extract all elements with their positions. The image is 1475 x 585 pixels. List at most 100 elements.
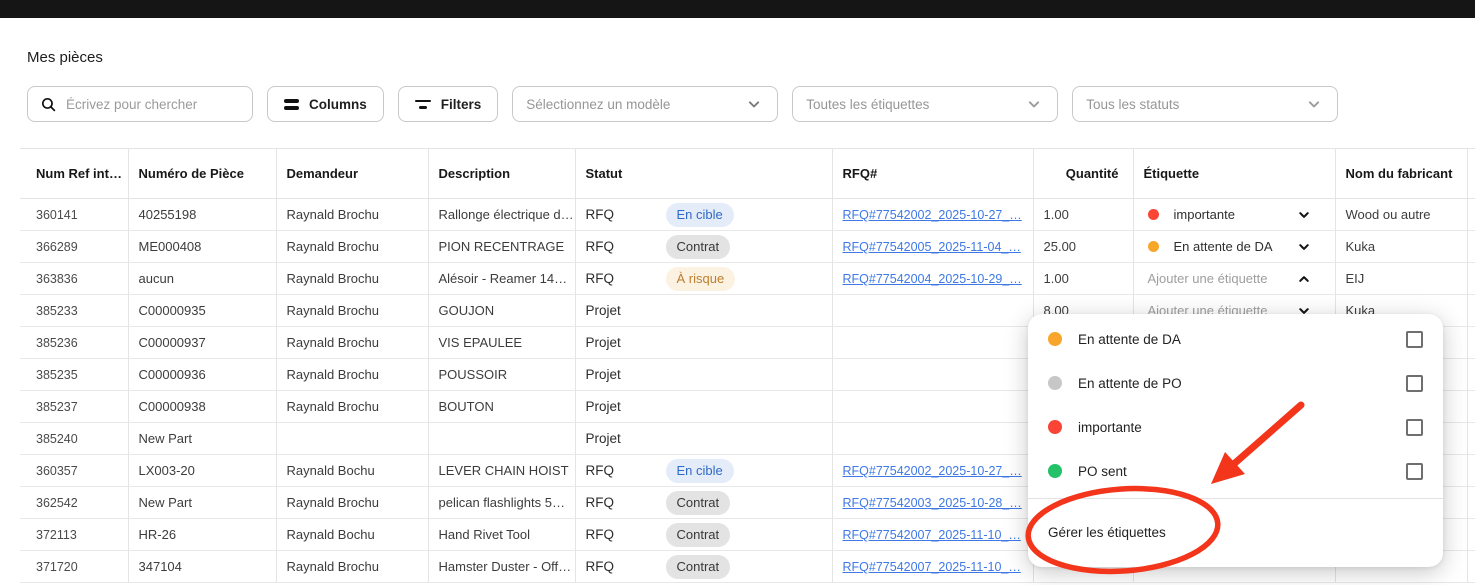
description-cell: VIS EPAULEE — [428, 327, 575, 359]
manufacturer-cell: Kuka — [1335, 231, 1467, 263]
requester-cell: Raynald Brochu — [276, 295, 428, 327]
status-badge: Contrat — [666, 555, 731, 579]
label-menu-item[interactable]: En attente de PO — [1028, 361, 1443, 405]
description-cell: LEVER CHAIN HOIST — [428, 455, 575, 487]
label-menu-item[interactable]: En attente de DA — [1028, 317, 1443, 361]
manage-labels-button[interactable]: Gérer les étiquettes — [1028, 499, 1443, 565]
qty-cell: 25.00 — [1033, 231, 1133, 263]
status-text: RFQ — [586, 495, 615, 510]
status-filter-select[interactable]: Tous les statuts — [1072, 86, 1338, 122]
filler-cell — [1467, 519, 1475, 551]
requester-cell: Raynald Bochu — [276, 455, 428, 487]
rfq-link[interactable]: RFQ#77542003_2025-10-28_… — [843, 496, 1022, 510]
column-header-ref[interactable]: Num Ref int… — [20, 149, 128, 199]
rfq-link[interactable]: RFQ#77542004_2025-10-29_… — [843, 272, 1022, 286]
chevron-down-icon[interactable] — [1295, 238, 1313, 256]
label-menu-item-label: importante — [1078, 420, 1142, 435]
status-text: RFQ — [586, 207, 615, 222]
column-header-rfq[interactable]: RFQ# — [832, 149, 1033, 199]
filters-button[interactable]: Filters — [398, 86, 499, 122]
rfq-link[interactable]: RFQ#77542007_2025-11-10_… — [843, 560, 1021, 574]
status-badge: Contrat — [666, 523, 731, 547]
status-badge: À risque — [666, 267, 736, 291]
label-text: En attente de DA — [1174, 239, 1273, 254]
label-menu-item[interactable]: importante — [1028, 405, 1443, 449]
table-row[interactable]: 363836aucunRaynald BrochuAlésoir - Reame… — [20, 263, 1475, 295]
description-cell: GOUJON — [428, 295, 575, 327]
rfq-link[interactable]: RFQ#77542002_2025-10-27_… — [843, 208, 1022, 222]
status-cell: RFQÀ risque — [575, 263, 832, 295]
chevron-down-icon[interactable] — [1295, 206, 1313, 224]
filler-cell — [1467, 263, 1475, 295]
labels-filter-select[interactable]: Toutes les étiquettes — [792, 86, 1058, 122]
status-text: Projet — [586, 431, 621, 446]
search-input[interactable] — [66, 97, 240, 112]
column-header-qty[interactable]: Quantité — [1033, 149, 1133, 199]
part-cell: C00000935 — [128, 295, 276, 327]
label-cell: En attente de DA — [1133, 231, 1335, 263]
description-cell: Alésoir - Reamer 14… — [428, 263, 575, 295]
ref-cell: 371720 — [20, 551, 128, 583]
requester-cell — [276, 423, 428, 455]
manufacturer-cell: EIJ — [1335, 263, 1467, 295]
label-menu-items: En attente de DAEn attente de PO importan… — [1028, 314, 1443, 493]
columns-button[interactable]: Columns — [267, 86, 384, 122]
label-menu-item-label: PO sent — [1078, 464, 1127, 479]
label-checkbox[interactable] — [1406, 419, 1423, 436]
table-header-row: Num Ref int…Numéro de PièceDemandeurDesc… — [20, 149, 1475, 199]
column-header-description[interactable]: Description — [428, 149, 575, 199]
status-cell: RFQContrat — [575, 519, 832, 551]
column-header-requester[interactable]: Demandeur — [276, 149, 428, 199]
status-text: RFQ — [586, 463, 615, 478]
table-row[interactable]: 366289ME000408Raynald BrochuPION RECENTR… — [20, 231, 1475, 263]
add-label-placeholder: Ajouter une étiquette — [1148, 271, 1268, 286]
ref-cell: 366289 — [20, 231, 128, 263]
filter-icon — [415, 100, 431, 109]
chevron-up-icon[interactable] — [1295, 270, 1313, 288]
rfq-link[interactable]: RFQ#77542002_2025-10-27_… — [843, 464, 1022, 478]
status-badge: Contrat — [666, 235, 731, 259]
column-header-manufacturer[interactable]: Nom du fabricant — [1335, 149, 1467, 199]
rfq-cell — [832, 423, 1033, 455]
rfq-cell: RFQ#77542002_2025-10-27_… — [832, 199, 1033, 231]
status-cell: Projet — [575, 295, 832, 327]
column-header-status[interactable]: Statut — [575, 149, 832, 199]
ref-cell: 372113 — [20, 519, 128, 551]
column-header-part[interactable]: Numéro de Pièce — [128, 149, 276, 199]
labels-filter-value: Toutes les étiquettes — [806, 97, 929, 112]
model-select[interactable]: Sélectionnez un modèle — [512, 86, 778, 122]
status-text: Projet — [586, 367, 621, 382]
status-cell: RFQEn cible — [575, 199, 832, 231]
part-cell: aucun — [128, 263, 276, 295]
table-row[interactable]: 36014140255198Raynald BrochuRallonge éle… — [20, 199, 1475, 231]
label-checkbox[interactable] — [1406, 375, 1423, 392]
manufacturer-cell: Wood ou autre — [1335, 199, 1467, 231]
label-checkbox[interactable] — [1406, 463, 1423, 480]
ref-cell: 385236 — [20, 327, 128, 359]
label-color-dot — [1048, 464, 1062, 478]
label-menu-item[interactable]: PO sent — [1028, 449, 1443, 493]
status-text: RFQ — [586, 239, 615, 254]
label-checkbox[interactable] — [1406, 331, 1423, 348]
page-title: Mes pièces — [27, 49, 103, 66]
filler-cell — [1467, 391, 1475, 423]
status-cell: RFQContrat — [575, 487, 832, 519]
requester-cell: Raynald Brochu — [276, 199, 428, 231]
description-cell: Rallonge électrique d… — [428, 199, 575, 231]
part-cell: C00000936 — [128, 359, 276, 391]
rfq-link[interactable]: RFQ#77542005_2025-11-04_… — [843, 240, 1021, 254]
label-text: importante — [1174, 207, 1235, 222]
filler-cell — [1467, 455, 1475, 487]
filters-button-label: Filters — [441, 97, 482, 112]
rfq-cell: RFQ#77542003_2025-10-28_… — [832, 487, 1033, 519]
status-cell: Projet — [575, 359, 832, 391]
toolbar: Columns Filters Sélectionnez un modèle T… — [27, 86, 1338, 122]
status-cell: Projet — [575, 327, 832, 359]
status-badge: En cible — [666, 459, 734, 483]
search-box[interactable] — [27, 86, 253, 122]
ref-cell: 360357 — [20, 455, 128, 487]
requester-cell: Raynald Brochu — [276, 487, 428, 519]
rfq-link[interactable]: RFQ#77542007_2025-11-10_… — [843, 528, 1021, 542]
column-header-label[interactable]: Étiquette — [1133, 149, 1335, 199]
search-icon — [40, 96, 57, 113]
